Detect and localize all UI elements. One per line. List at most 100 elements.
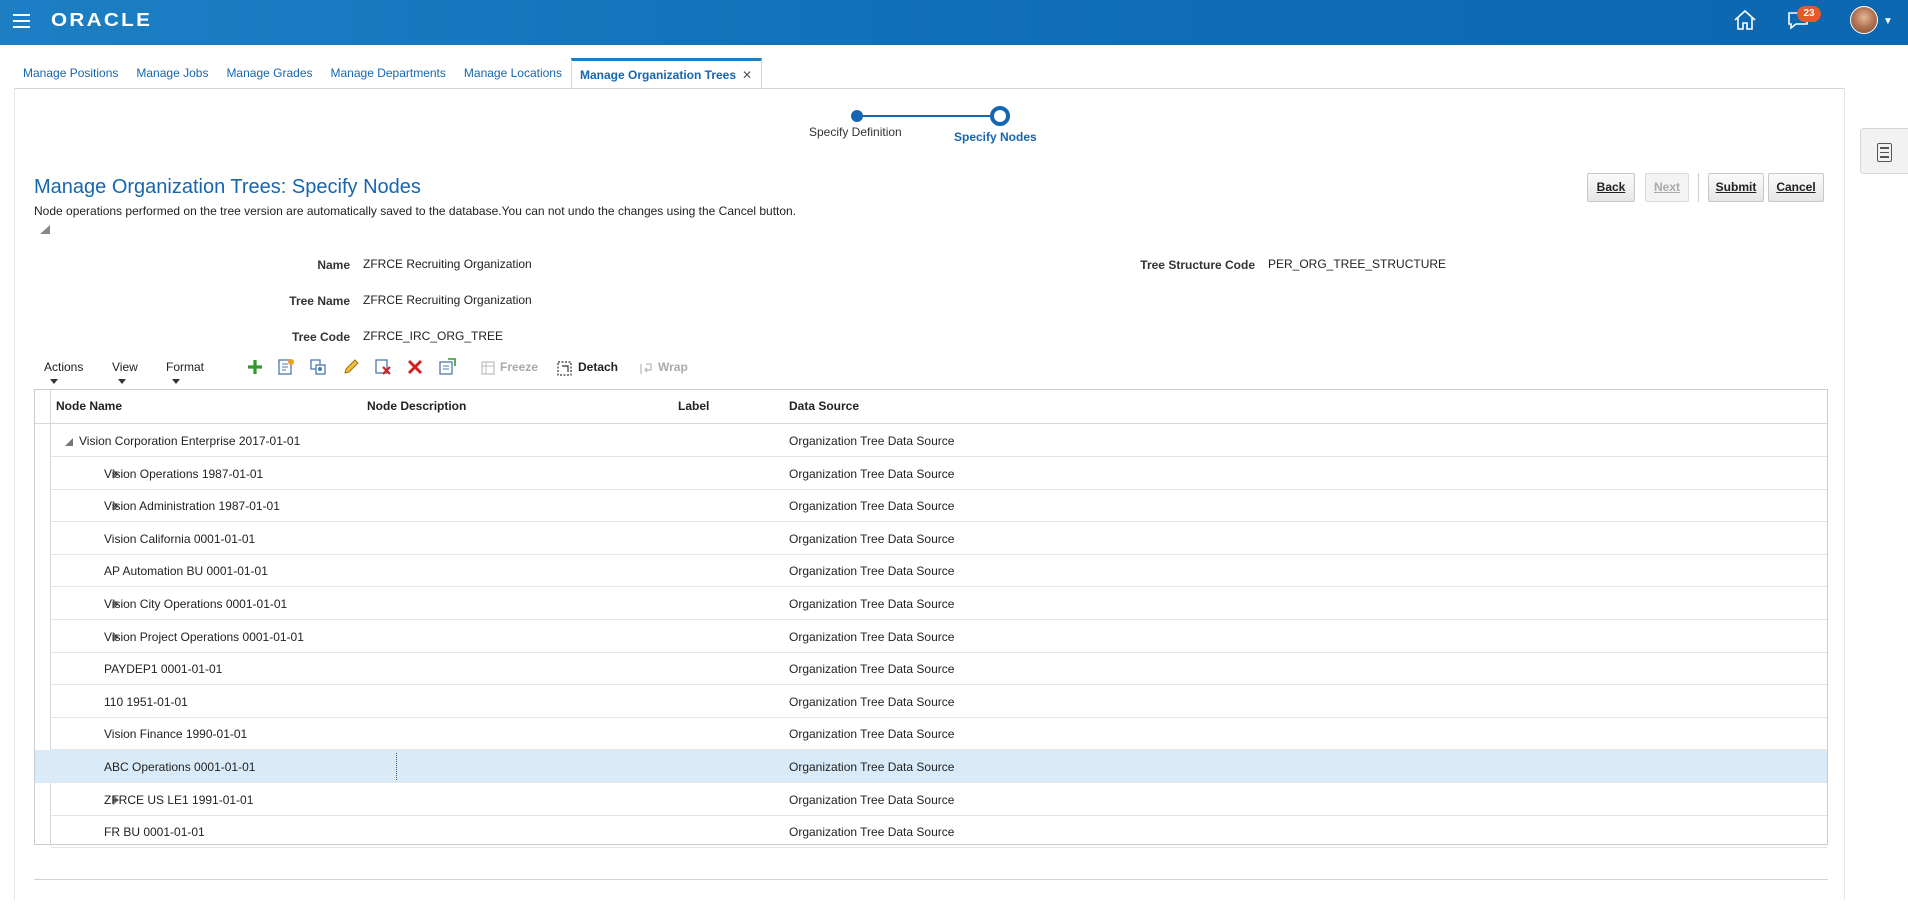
add-icon[interactable]	[246, 358, 264, 376]
tree-structure-code-label: Tree Structure Code	[1140, 258, 1255, 272]
name-value: ZFRCE Recruiting Organization	[363, 257, 532, 271]
next-button[interactable]: Next	[1645, 173, 1689, 202]
cell-focus-divider	[396, 753, 397, 780]
chevron-down-icon	[172, 379, 180, 385]
table-row[interactable]: Vision Operations 1987-01-01 Organization…	[51, 457, 1827, 490]
freeze-icon	[481, 361, 495, 375]
tab-bar: Manage Positions Manage Jobs Manage Grad…	[14, 55, 763, 89]
view-menu[interactable]: View	[112, 360, 138, 388]
collapse-node-icon[interactable]	[65, 438, 73, 446]
column-header-label[interactable]: Label	[678, 399, 709, 413]
format-menu-label: Format	[166, 360, 205, 374]
node-name-cell: Vision City Operations 0001-01-01	[104, 597, 288, 611]
page-instructions: Node operations performed on the tree ve…	[34, 204, 797, 218]
node-name-cell: Vision Project Operations 0001-01-01	[104, 629, 304, 644]
tab-label: Manage Organization Trees	[579, 68, 737, 82]
table-row[interactable]: Vision City Operations 0001-01-01 Organiz…	[51, 587, 1827, 620]
node-name-cell: FR BU 0001-01-01	[104, 825, 205, 840]
node-name-cell: ABC Operations 0001-01-01	[104, 760, 256, 774]
chevron-down-icon[interactable]: ▼	[1883, 16, 1893, 27]
close-icon[interactable]: ✕	[742, 68, 752, 82]
tab-manage-jobs[interactable]: Manage Jobs	[127, 66, 217, 88]
data-source-cell: Organization Tree Data Source	[789, 727, 955, 742]
add-child-icon[interactable]	[277, 358, 295, 376]
row-selector[interactable]	[35, 750, 51, 783]
tree-name-label: Tree Name	[289, 294, 350, 308]
node-name-cell: Vision Corporation Enterprise 2017-01-01	[79, 434, 301, 448]
tab-manage-grades[interactable]: Manage Grades	[217, 66, 321, 88]
node-name-cell: PAYDEP1 0001-01-01	[104, 662, 223, 677]
side-panel-toggle[interactable]	[1860, 128, 1908, 174]
data-source-cell: Organization Tree Data Source	[789, 792, 955, 807]
tree-code-label: Tree Code	[291, 330, 350, 344]
column-header-node-description[interactable]: Node Description	[367, 399, 466, 413]
table-row[interactable]: Vision California 0001-01-01 Organization…	[51, 522, 1827, 555]
edit-icon[interactable]	[342, 358, 360, 376]
table-row[interactable]: FR BU 0001-01-01 Organization Tree Data S…	[51, 815, 1827, 849]
collapse-icon[interactable]	[40, 225, 50, 234]
node-name-cell: Vision Administration 1987-01-01	[104, 499, 280, 514]
actions-menu-label: Actions	[44, 360, 84, 374]
actions-menu[interactable]: Actions	[44, 360, 83, 388]
node-name-cell: Vision California 0001-01-01	[104, 531, 256, 546]
train-label-definition[interactable]: Specify Definition	[809, 125, 902, 139]
data-source-cell: Organization Tree Data Source	[789, 629, 955, 644]
table-row[interactable]: Vision Corporation Enterprise 2017-01-01…	[51, 424, 1827, 457]
freeze-button[interactable]: Freeze	[500, 360, 538, 374]
train-stop-nodes	[990, 106, 1010, 126]
tab-manage-departments[interactable]: Manage Departments	[322, 66, 455, 88]
detach-icon	[557, 361, 572, 376]
tab-manage-positions[interactable]: Manage Positions	[14, 66, 127, 88]
name-label: Name	[317, 258, 350, 272]
task-list-icon	[1877, 143, 1892, 162]
detach-button[interactable]: Detach	[578, 360, 618, 374]
notification-count-badge[interactable]: 23	[1797, 6, 1821, 22]
table-row[interactable]: ABC Operations 0001-01-01 Organization Tr…	[51, 750, 1827, 783]
train-label-nodes: Specify Nodes	[954, 130, 1037, 144]
train-stop-definition[interactable]	[851, 110, 863, 122]
duplicate-icon[interactable]	[309, 358, 327, 376]
view-menu-label: View	[112, 360, 138, 374]
data-source-cell: Organization Tree Data Source	[789, 597, 955, 611]
home-icon[interactable]	[1733, 9, 1757, 31]
submit-button[interactable]: Submit	[1708, 173, 1764, 202]
column-header-node-name[interactable]: Node Name	[56, 399, 122, 413]
export-icon[interactable]	[438, 358, 456, 376]
data-source-cell: Organization Tree Data Source	[789, 564, 955, 579]
tree-name-value: ZFRCE Recruiting Organization	[363, 293, 532, 307]
footer-divider	[34, 879, 1828, 880]
wrap-button[interactable]: Wrap	[658, 360, 688, 374]
data-source-cell: Organization Tree Data Source	[789, 466, 955, 481]
remove-icon[interactable]	[374, 358, 392, 376]
tree-code-value: ZFRCE_IRC_ORG_TREE	[363, 329, 504, 343]
back-button[interactable]: Back	[1587, 173, 1635, 202]
column-header-data-source[interactable]: Data Source	[789, 399, 859, 413]
user-avatar[interactable]	[1850, 6, 1878, 34]
node-name-cell: 110 1951-01-01	[104, 694, 188, 709]
table-row[interactable]: 110 1951-01-01 Organization Tree Data Sou…	[51, 685, 1827, 718]
chevron-down-icon	[50, 379, 58, 385]
node-name-cell: Vision Operations 1987-01-01	[104, 466, 264, 481]
table-row[interactable]: AP Automation BU 0001-01-01 Organization …	[51, 554, 1827, 588]
tree-structure-code-value: PER_ORG_TREE_STRUCTURE	[1268, 257, 1447, 271]
table-row[interactable]: PAYDEP1 0001-01-01 Organization Tree Data…	[51, 652, 1827, 686]
train-connector	[860, 115, 998, 117]
cancel-button[interactable]: Cancel	[1768, 173, 1824, 202]
format-menu[interactable]: Format	[166, 360, 204, 388]
tab-manage-organization-trees[interactable]: Manage Organization Trees ✕	[570, 58, 763, 89]
chevron-down-icon	[118, 379, 126, 385]
table-row[interactable]: Vision Administration 1987-01-01 Organiza…	[51, 489, 1827, 523]
data-source-cell: Organization Tree Data Source	[789, 760, 955, 774]
oracle-logo[interactable]: ORACLE	[51, 10, 152, 31]
tab-manage-locations[interactable]: Manage Locations	[455, 66, 571, 88]
table-row[interactable]: Vision Finance 1990-01-01 Organization Tr…	[51, 717, 1827, 751]
data-source-cell: Organization Tree Data Source	[789, 662, 955, 677]
table-row[interactable]: Vision Project Operations 0001-01-01 Orga…	[51, 620, 1827, 653]
menu-icon[interactable]	[13, 14, 30, 28]
table-row[interactable]: ZFRCE US LE1 1991-01-01 Organization Tree…	[51, 783, 1827, 816]
node-name-cell: Vision Finance 1990-01-01	[104, 727, 248, 742]
delete-icon[interactable]	[406, 358, 424, 376]
node-name-cell: AP Automation BU 0001-01-01	[104, 564, 268, 579]
node-tree-table: Node Name Node Description Label Data So…	[34, 389, 1828, 849]
table-header: Node Name Node Description Label Data So…	[35, 390, 1827, 424]
